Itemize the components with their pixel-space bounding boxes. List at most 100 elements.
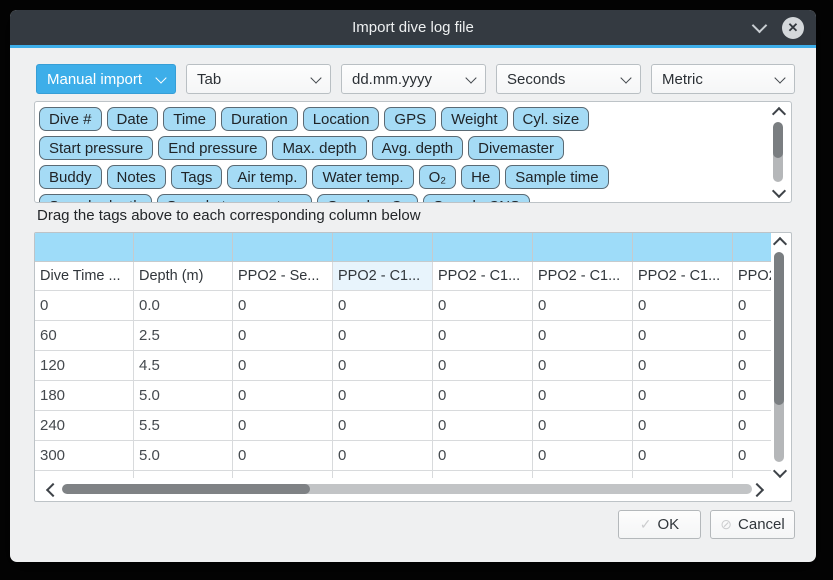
- table-row: 1805.0000000: [35, 381, 771, 411]
- drop-target-cell[interactable]: [35, 233, 134, 262]
- table-cell: 0: [233, 441, 333, 471]
- table-cell: 0: [533, 441, 633, 471]
- table-cell: 0: [733, 441, 771, 471]
- table-cell: 0: [433, 321, 533, 351]
- drop-target-cell[interactable]: [134, 233, 233, 262]
- column-header[interactable]: Depth (m): [134, 262, 233, 291]
- table-cell: 0: [733, 321, 771, 351]
- scroll-down-icon[interactable]: [772, 184, 786, 198]
- cancel-button[interactable]: ⊘ Cancel: [710, 510, 795, 539]
- table-cell: 5.0: [134, 441, 233, 471]
- tag-water-temp[interactable]: Water temp.: [312, 165, 413, 189]
- table-horizontal-scrollbar[interactable]: [36, 478, 770, 500]
- drop-target-cell[interactable]: [533, 233, 633, 262]
- table-vscrollbar-track[interactable]: [774, 252, 784, 462]
- combo-manual-import[interactable]: Manual import: [36, 64, 176, 94]
- table-vscrollbar-thumb[interactable]: [774, 252, 784, 405]
- table-cell: 0: [633, 351, 733, 381]
- drop-target-cell[interactable]: [633, 233, 733, 262]
- titlebar-controls: ✕: [750, 10, 804, 45]
- tag-sample-cns[interactable]: Sample CNS: [423, 194, 530, 203]
- tag-sample-depth[interactable]: Sample depth: [39, 194, 152, 203]
- tag-buddy[interactable]: Buddy: [39, 165, 102, 189]
- table-cell: 0: [333, 351, 433, 381]
- combo-seconds[interactable]: Seconds: [496, 64, 641, 94]
- tags-scrollbar-track[interactable]: [773, 122, 783, 182]
- table-hscrollbar-thumb[interactable]: [62, 484, 310, 494]
- tag-tags[interactable]: Tags: [171, 165, 223, 189]
- instruction-text: Drag the tags above to each correspondin…: [37, 207, 421, 224]
- tag-notes[interactable]: Notes: [107, 165, 166, 189]
- column-header[interactable]: PPO2 - Se...: [233, 262, 333, 291]
- scroll-up-icon[interactable]: [772, 107, 786, 121]
- drop-target-cell[interactable]: [333, 233, 433, 262]
- table-cell: 0: [233, 351, 333, 381]
- table-row: 1204.5000000: [35, 351, 771, 381]
- scroll-down-icon[interactable]: [773, 464, 787, 478]
- tag-o[interactable]: O₂: [419, 165, 457, 189]
- table-cell: 2.5: [134, 321, 233, 351]
- drop-target-cell[interactable]: [733, 233, 771, 262]
- ok-button[interactable]: ✓ OK: [618, 510, 701, 539]
- table-cell: 0: [633, 321, 733, 351]
- close-icon: ✕: [788, 20, 799, 36]
- drop-target-row: [35, 233, 771, 262]
- table-cell: 0: [633, 441, 733, 471]
- tag-end-pressure[interactable]: End pressure: [158, 136, 267, 160]
- close-button[interactable]: ✕: [782, 17, 804, 39]
- table-vertical-scrollbar[interactable]: [770, 234, 790, 480]
- combo-metric[interactable]: Metric: [651, 64, 795, 94]
- tag-duration[interactable]: Duration: [221, 107, 298, 131]
- table-cell: 0: [233, 381, 333, 411]
- column-header[interactable]: PPO2 - C1...: [533, 262, 633, 291]
- tag-sample-time[interactable]: Sample time: [505, 165, 608, 189]
- column-header[interactable]: Dive Time ...: [35, 262, 134, 291]
- tag-gps[interactable]: GPS: [384, 107, 436, 131]
- scroll-up-icon[interactable]: [773, 237, 787, 251]
- tags-panel: Dive #DateTimeDurationLocationGPSWeightC…: [34, 101, 792, 203]
- checkmark-icon: ✓: [640, 516, 652, 533]
- table-row: 00.0000000: [35, 291, 771, 321]
- tag-cyl-size[interactable]: Cyl. size: [513, 107, 590, 131]
- table-cell: 0: [533, 411, 633, 441]
- tags-scrollbar-thumb[interactable]: [773, 122, 783, 158]
- combo-tab[interactable]: Tab: [186, 64, 331, 94]
- tag-air-temp[interactable]: Air temp.: [227, 165, 307, 189]
- table-cell: 0: [533, 381, 633, 411]
- tag-start-pressure[interactable]: Start pressure: [39, 136, 153, 160]
- drop-target-cell[interactable]: [433, 233, 533, 262]
- tag-max-depth[interactable]: Max. depth: [272, 136, 366, 160]
- tag-time[interactable]: Time: [163, 107, 216, 131]
- table-cell: 0: [633, 291, 733, 321]
- tag-weight[interactable]: Weight: [441, 107, 507, 131]
- combo-dd-mm-yyyy[interactable]: dd.mm.yyyy: [341, 64, 486, 94]
- column-header[interactable]: PPO2 - C1...: [633, 262, 733, 291]
- tags-vertical-scrollbar[interactable]: [769, 104, 789, 200]
- tag-he[interactable]: He: [461, 165, 500, 189]
- table-hscrollbar-track[interactable]: [62, 484, 752, 494]
- tag-sample-po[interactable]: Sample pO₂: [317, 194, 418, 203]
- titlebar[interactable]: Import dive log file ✕: [10, 10, 816, 45]
- drop-target-cell[interactable]: [233, 233, 333, 262]
- tag-divemaster[interactable]: Divemaster: [468, 136, 564, 160]
- tag-sample-temperature[interactable]: Sample temperature: [157, 194, 313, 203]
- window-shade-button[interactable]: [750, 19, 768, 37]
- column-header[interactable]: PPO2: [733, 262, 771, 291]
- chevron-down-icon: [751, 18, 767, 34]
- column-header[interactable]: PPO2 - C1...: [333, 262, 433, 291]
- chevron-down-icon: [774, 72, 785, 83]
- scroll-right-icon[interactable]: [750, 483, 764, 497]
- scroll-left-icon[interactable]: [46, 483, 60, 497]
- table-cell: 0: [733, 411, 771, 441]
- column-header[interactable]: PPO2 - C1...: [433, 262, 533, 291]
- table-cell: 0: [333, 411, 433, 441]
- table-cell: 0: [533, 291, 633, 321]
- tag-date[interactable]: Date: [107, 107, 159, 131]
- table-cell: 0: [333, 321, 433, 351]
- tag-dive[interactable]: Dive #: [39, 107, 102, 131]
- table-cell: 240: [35, 411, 134, 441]
- table-cell: 4.5: [134, 351, 233, 381]
- table-cell: 0: [333, 291, 433, 321]
- tag-avg-depth[interactable]: Avg. depth: [372, 136, 463, 160]
- tag-location[interactable]: Location: [303, 107, 380, 131]
